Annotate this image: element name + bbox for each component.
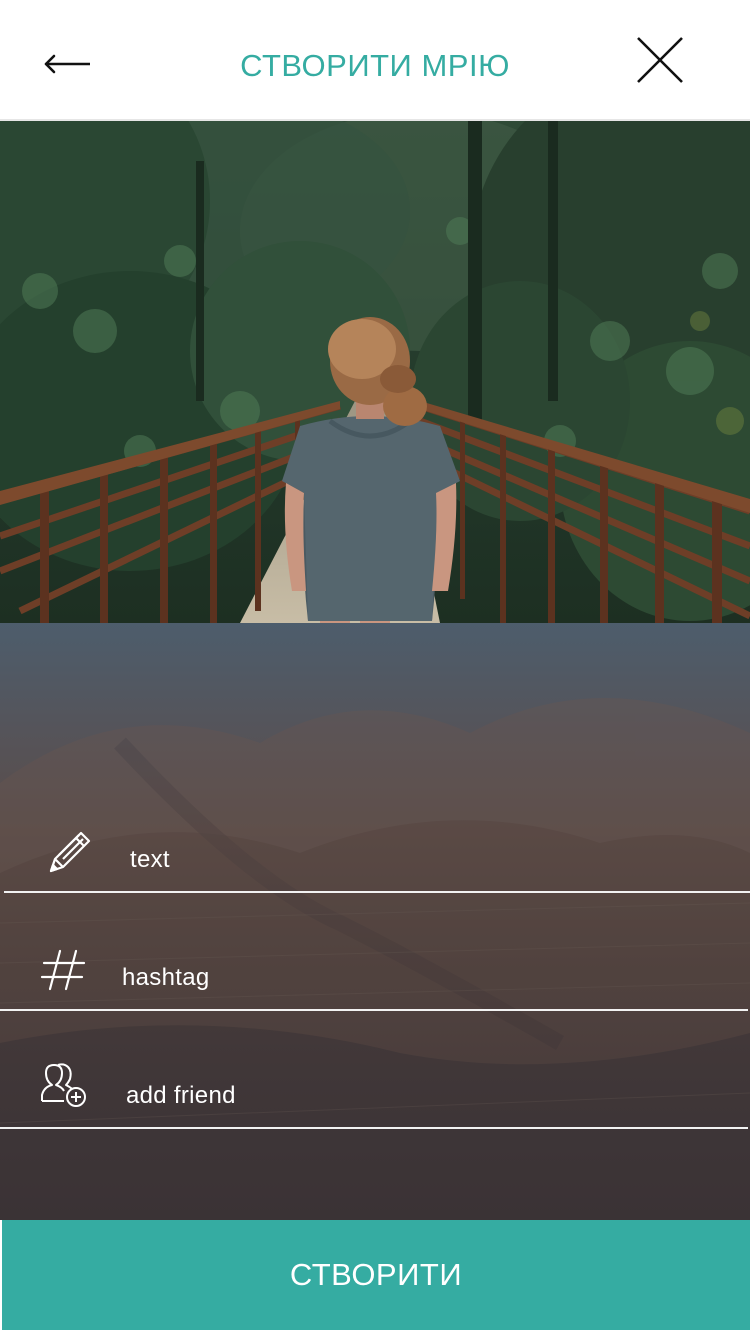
create-button[interactable]: СТВОРИТИ [2, 1220, 750, 1330]
forest-bridge-photo [0, 121, 750, 623]
add-friend-field[interactable]: add friend [0, 1011, 750, 1129]
dream-photo[interactable] [0, 121, 750, 623]
hashtag-input-placeholder[interactable]: hashtag [122, 963, 210, 993]
page-title: СТВОРИТИ МРІЮ [240, 48, 510, 83]
add-friend-field-underline [0, 1127, 748, 1129]
hashtag-field[interactable]: hashtag [0, 893, 750, 1011]
arrow-left-icon [44, 54, 90, 74]
create-dream-screen: СТВОРИТИ МРІЮ text hashtag add friend СТ… [0, 0, 750, 1330]
add-friend-icon [41, 1063, 86, 1107]
text-input-placeholder[interactable]: text [130, 845, 170, 875]
pencil-icon [49, 831, 91, 873]
back-button[interactable] [38, 40, 98, 88]
close-icon [637, 37, 683, 83]
text-field[interactable]: text [0, 775, 750, 893]
hashtag-icon [40, 949, 86, 991]
add-friend-input-placeholder[interactable]: add friend [126, 1081, 236, 1111]
app-header: СТВОРИТИ МРІЮ [0, 0, 750, 121]
close-button[interactable] [628, 30, 692, 94]
dream-form: text hashtag add friend [0, 623, 750, 1220]
